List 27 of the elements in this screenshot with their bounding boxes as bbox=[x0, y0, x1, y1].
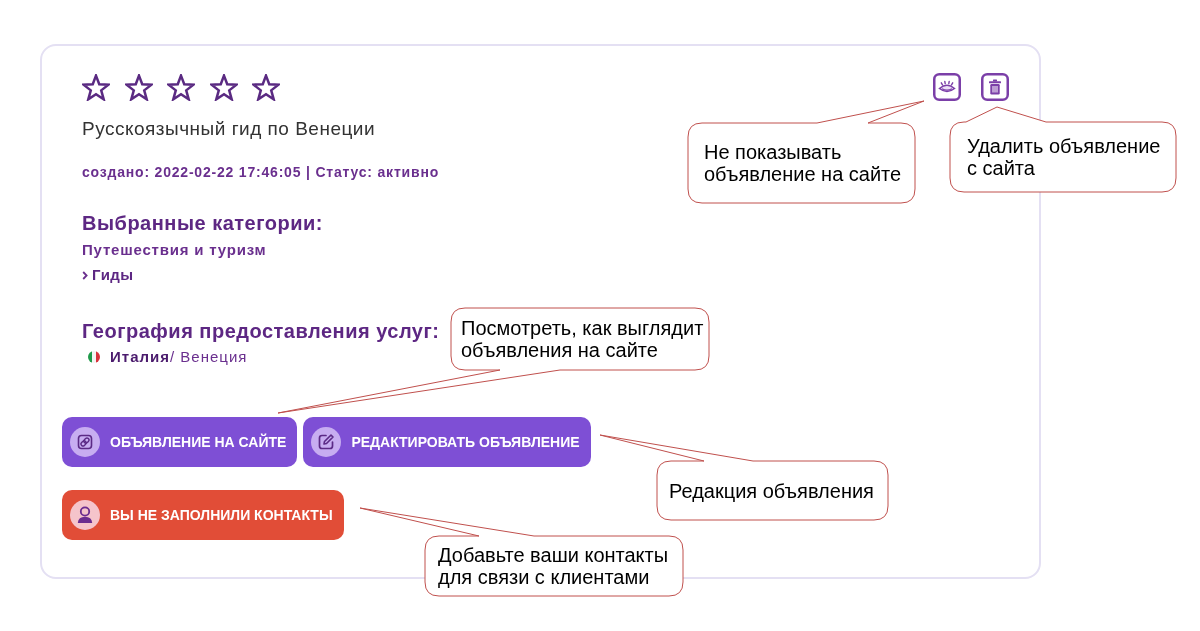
callout-text: Посмотреть, как выглядит объявления на сайте bbox=[461, 317, 704, 361]
star-icon bbox=[124, 74, 153, 101]
listing-meta: создано: 2022-02-22 17:46:05 | Статус: активно bbox=[82, 163, 439, 181]
callout-text: Добавьте ваши контакты для связи с клиентами bbox=[438, 544, 669, 588]
callout-text: Не показывать объявление на сайте bbox=[704, 141, 902, 185]
contacts-warning-button[interactable]: ВЫ НЕ ЗАПОЛНИЛИ КОНТАКТЫ bbox=[62, 490, 344, 540]
chevron-icon bbox=[82, 270, 88, 280]
view-listing-button[interactable]: ОБЪЯВЛЕНИЕ НА САЙТЕ bbox=[62, 417, 298, 467]
location-text: Италия/ Венеция bbox=[110, 347, 248, 367]
edit-icon bbox=[311, 427, 342, 457]
eye-icon[interactable] bbox=[933, 73, 961, 101]
section-heading: География предоставления услуг: bbox=[82, 319, 440, 343]
star-icon bbox=[252, 74, 280, 101]
subcategory-text: Гиды bbox=[92, 265, 134, 285]
link-icon bbox=[70, 427, 100, 457]
person-icon bbox=[70, 500, 100, 530]
trash-icon[interactable] bbox=[981, 73, 1009, 101]
flag-icon bbox=[88, 351, 100, 363]
star-icon bbox=[82, 74, 110, 101]
callout-text: Редакция объявления bbox=[669, 479, 874, 502]
section-heading: Выбранные категории: bbox=[82, 211, 323, 235]
category-text: Путешествия и туризм bbox=[82, 240, 267, 260]
edit-listing-button[interactable]: РЕДАКТИРОВАТЬ ОБЪЯВЛЕНИЕ bbox=[303, 417, 591, 467]
listing-title: Русскоязычный гид по Венеции bbox=[82, 118, 376, 140]
callout-text: Удалить объявление с сайта bbox=[967, 135, 1161, 179]
star-icon bbox=[209, 74, 238, 101]
star-icon bbox=[167, 74, 195, 101]
